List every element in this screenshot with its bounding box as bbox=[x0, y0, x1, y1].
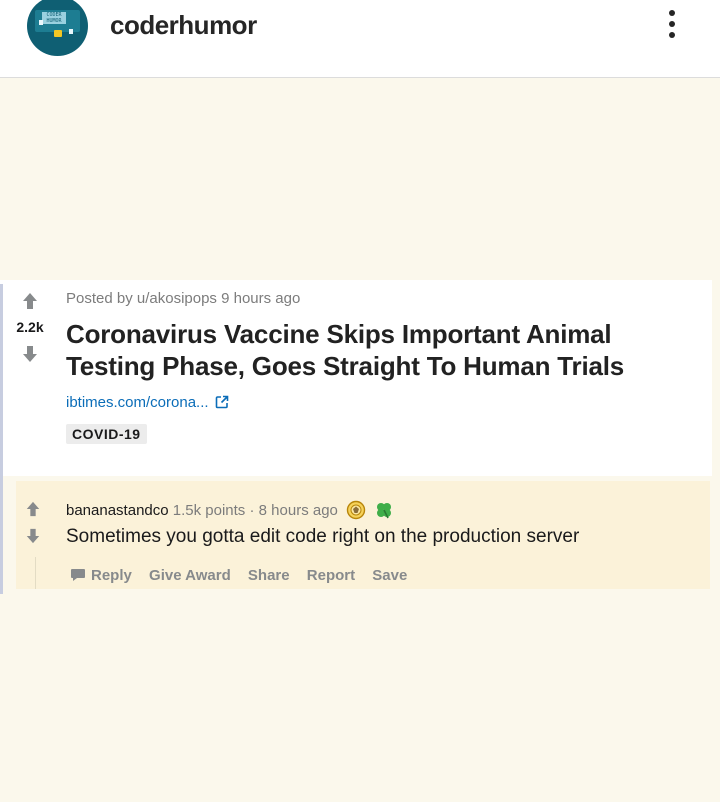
reply-icon bbox=[71, 569, 85, 581]
comment-author[interactable]: bananastandco bbox=[66, 502, 169, 519]
reply-label: Reply bbox=[91, 567, 132, 584]
comment-time: 8 hours ago bbox=[258, 502, 338, 519]
profile-header: CODER HUMOR coderhumor bbox=[0, 0, 720, 78]
clover-award-icon[interactable] bbox=[374, 500, 394, 520]
thread-indicator bbox=[0, 284, 3, 594]
upvote-arrow-icon[interactable] bbox=[22, 292, 38, 310]
avatar-logo-text: CODER HUMOR bbox=[42, 12, 66, 24]
external-link-icon[interactable] bbox=[215, 395, 229, 409]
comment-meta: bananastandco 1.5k points · 8 hours ago bbox=[66, 500, 394, 520]
save-button[interactable]: Save bbox=[372, 567, 407, 584]
reply-button[interactable]: Reply bbox=[70, 567, 132, 584]
upvote-arrow-icon[interactable] bbox=[25, 501, 41, 517]
avatar-doc-icon bbox=[69, 29, 73, 34]
avatar-bag-icon bbox=[54, 30, 62, 37]
username[interactable]: coderhumor bbox=[110, 10, 257, 41]
comment-body: Sometimes you gotta edit code right on t… bbox=[66, 526, 580, 547]
post-card: 2.2k Posted by u/akosipops 9 hours ago C… bbox=[0, 280, 712, 594]
give-award-button[interactable]: Give Award bbox=[149, 567, 231, 584]
post-link-text[interactable]: ibtimes.com/corona... bbox=[66, 394, 209, 411]
meta-separator: · bbox=[249, 502, 255, 519]
downvote-arrow-icon[interactable] bbox=[25, 528, 41, 544]
avatar[interactable]: CODER HUMOR bbox=[27, 0, 88, 56]
vertical-ellipsis-icon[interactable] bbox=[666, 10, 678, 44]
post-flair[interactable]: COVID-19 bbox=[66, 424, 147, 444]
share-button[interactable]: Share bbox=[248, 567, 290, 584]
comment-actions: Reply Give Award Share Report Save bbox=[70, 567, 420, 584]
avatar-doc-icon bbox=[39, 20, 43, 25]
silver-award-icon[interactable] bbox=[346, 500, 366, 520]
post-link[interactable]: ibtimes.com/corona... bbox=[66, 394, 229, 411]
comment-points: 1.5k points bbox=[172, 502, 246, 519]
downvote-arrow-icon[interactable] bbox=[22, 345, 38, 363]
post-score: 2.2k bbox=[16, 319, 44, 335]
post-title[interactable]: Coronavirus Vaccine Skips Important Anim… bbox=[66, 318, 706, 382]
comment: bananastandco 1.5k points · 8 hours ago … bbox=[16, 481, 710, 589]
post-meta: Posted by u/akosipops 9 hours ago bbox=[66, 290, 301, 307]
comment-thread-line[interactable] bbox=[35, 557, 36, 589]
report-button[interactable]: Report bbox=[307, 567, 355, 584]
